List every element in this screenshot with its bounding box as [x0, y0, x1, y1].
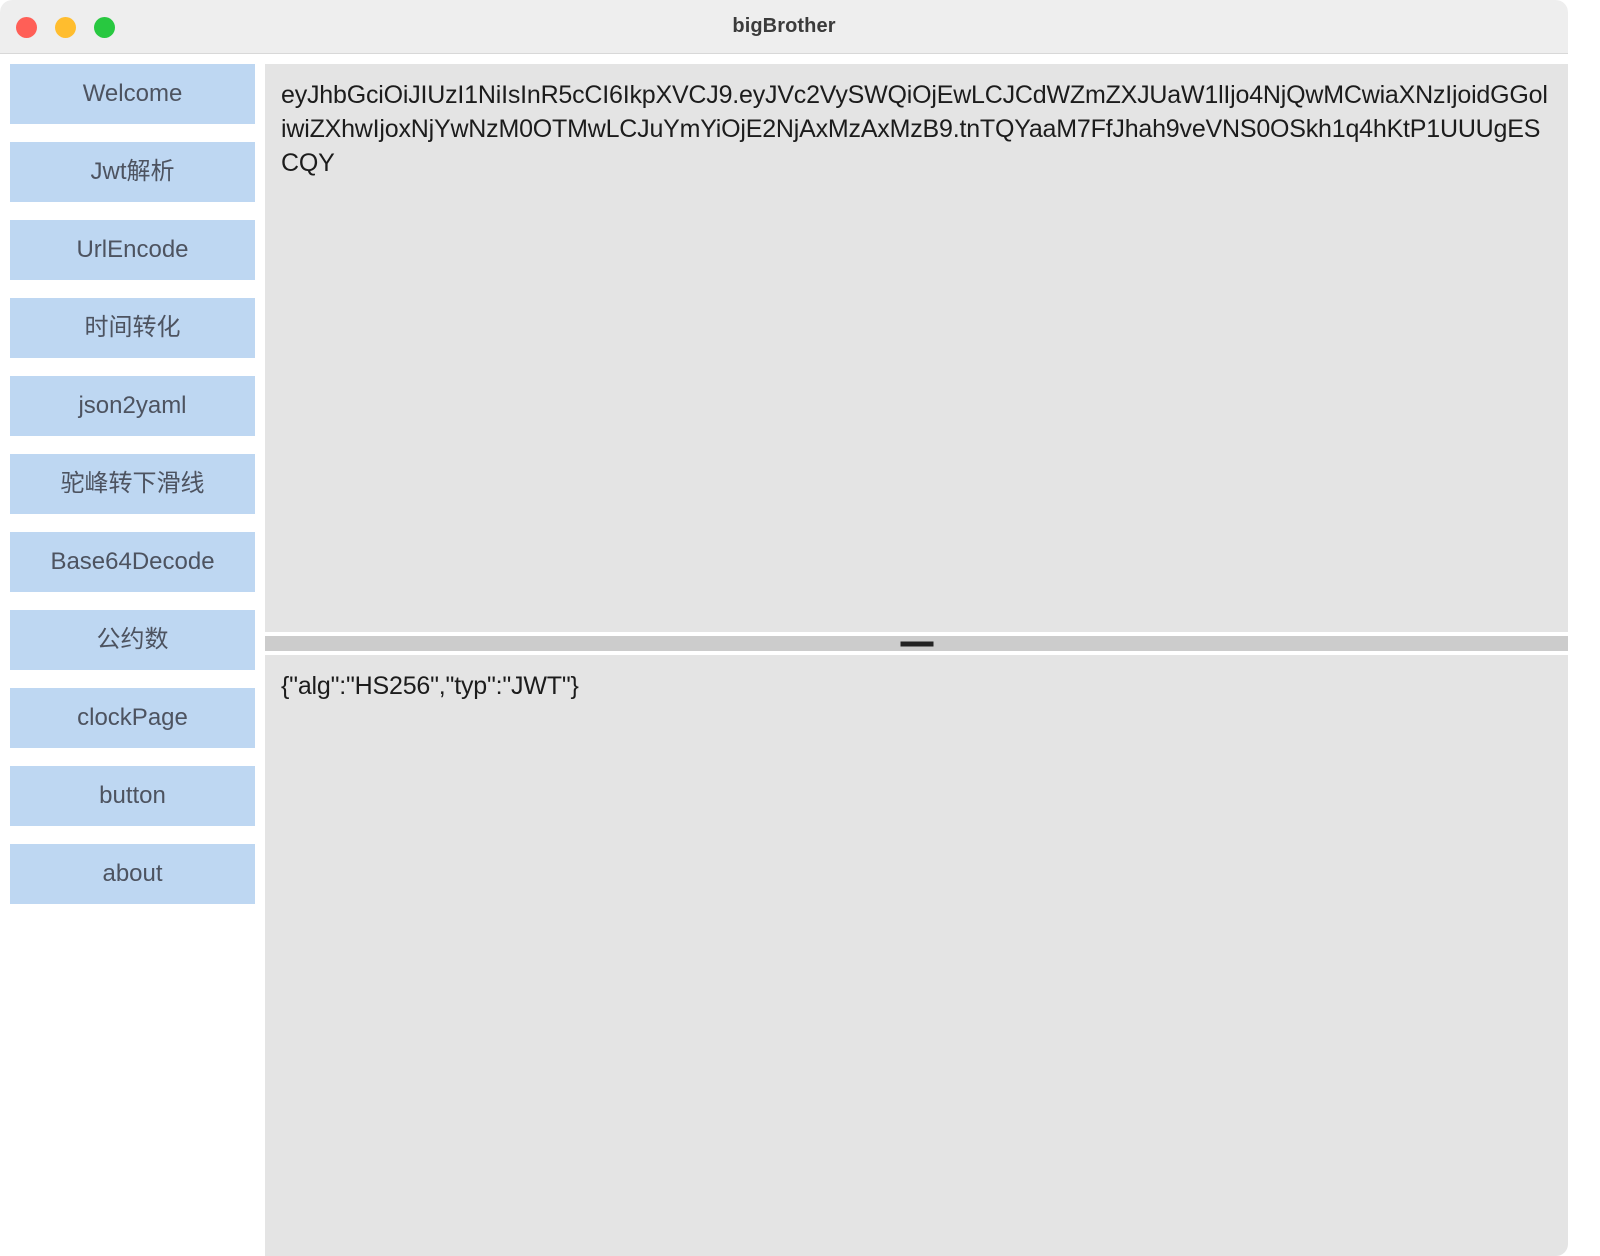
sidebar-item-url-encode[interactable]: UrlEncode [10, 220, 255, 280]
sidebar-item-time-convert[interactable]: 时间转化 [10, 298, 255, 358]
close-window-icon[interactable] [16, 16, 37, 38]
maximize-window-icon[interactable] [94, 16, 115, 38]
jwt-decoded-output[interactable]: {"alg":"HS256","typ":"JWT"} [265, 655, 1568, 1256]
sidebar-item-clock-page[interactable]: clockPage [10, 688, 255, 748]
pane-splitter[interactable] [265, 636, 1568, 651]
window-controls [16, 0, 115, 54]
sidebar-item-base64-decode[interactable]: Base64Decode [10, 532, 255, 592]
splitter-grip-icon[interactable] [900, 641, 933, 646]
window-body: Welcome Jwt解析 UrlEncode 时间转化 json2yaml 驼… [0, 54, 1568, 1256]
sidebar-item-json2yaml[interactable]: json2yaml [10, 376, 255, 436]
sidebar-item-gcd[interactable]: 公约数 [10, 610, 255, 670]
jwt-decoded-text[interactable]: {"alg":"HS256","typ":"JWT"} [281, 669, 1552, 703]
sidebar-item-camel-to-snake[interactable]: 驼峰转下滑线 [10, 454, 255, 514]
jwt-token-text[interactable]: eyJhbGciOiJIUzI1NiIsInR5cCI6IkpXVCJ9.eyJ… [281, 78, 1552, 180]
window-title: bigBrother [732, 15, 836, 37]
sidebar-item-welcome[interactable]: Welcome [10, 64, 255, 124]
app-window: bigBrother Welcome Jwt解析 UrlEncode 时间转化 … [0, 0, 1568, 1256]
title-bar: bigBrother [0, 0, 1568, 54]
jwt-token-input[interactable]: eyJhbGciOiJIUzI1NiIsInR5cCI6IkpXVCJ9.eyJ… [265, 64, 1568, 632]
minimize-window-icon[interactable] [55, 16, 76, 38]
sidebar-item-about[interactable]: about [10, 844, 255, 904]
sidebar: Welcome Jwt解析 UrlEncode 时间转化 json2yaml 驼… [0, 54, 265, 1256]
sidebar-item-button[interactable]: button [10, 766, 255, 826]
sidebar-item-jwt-parse[interactable]: Jwt解析 [10, 142, 255, 202]
main-content: eyJhbGciOiJIUzI1NiIsInR5cCI6IkpXVCJ9.eyJ… [265, 54, 1568, 1256]
